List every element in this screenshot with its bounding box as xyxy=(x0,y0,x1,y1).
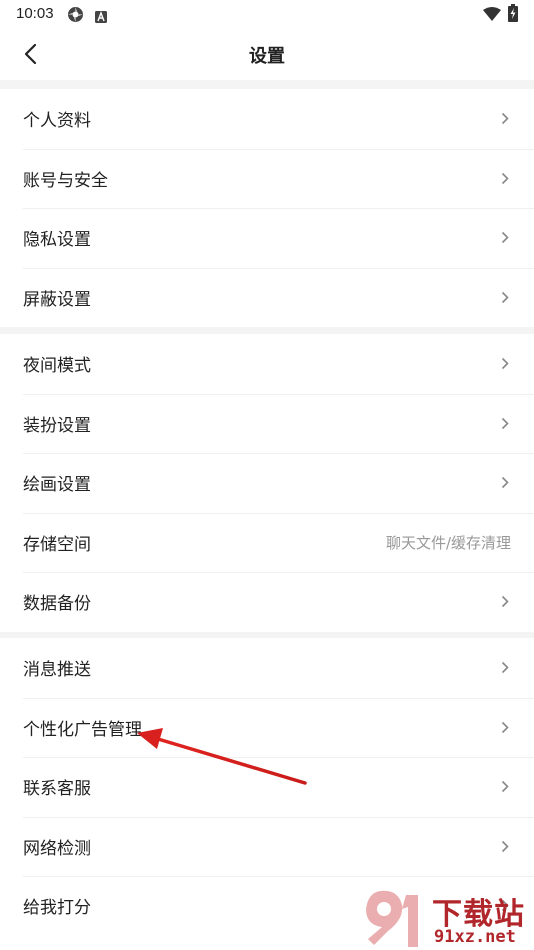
wifi-icon xyxy=(483,6,501,25)
status-time: 10:03 xyxy=(16,5,54,22)
settings-item-drawing[interactable]: 绘画设置 xyxy=(0,453,534,513)
app-header: 设置 xyxy=(0,28,534,80)
settings-item-night-mode[interactable]: 夜间模式 xyxy=(0,334,534,394)
chevron-right-icon xyxy=(499,594,511,610)
chevron-right-icon xyxy=(499,111,511,127)
settings-item-label: 联系客服 xyxy=(23,779,91,800)
settings-item-profile[interactable]: 个人资料 xyxy=(0,89,534,149)
settings-item-label: 夜间模式 xyxy=(23,356,91,377)
settings-item-label: 数据备份 xyxy=(23,594,91,615)
chevron-right-icon xyxy=(499,475,511,491)
chevron-right-icon xyxy=(499,838,511,854)
settings-item-label: 消息推送 xyxy=(23,660,91,681)
settings-item-backup[interactable]: 数据备份 xyxy=(0,572,534,632)
settings-item-label: 绘画设置 xyxy=(23,475,91,496)
chevron-right-icon xyxy=(499,170,511,186)
section-divider xyxy=(0,80,534,89)
settings-item-network-check[interactable]: 网络检测 xyxy=(0,816,534,877)
chevron-right-icon xyxy=(499,356,511,372)
chevron-right-icon xyxy=(499,415,511,431)
watermark-logo: 下载站 91xz.net xyxy=(358,887,534,950)
sync-icon xyxy=(67,6,84,27)
settings-item-storage[interactable]: 存储空间 聊天文件/缓存清理 xyxy=(0,512,534,573)
settings-item-block[interactable]: 屏蔽设置 xyxy=(0,267,534,328)
chevron-right-icon xyxy=(499,289,511,305)
settings-item-customer-service[interactable]: 联系客服 xyxy=(0,757,534,817)
status-bar: 10:03 xyxy=(0,0,534,28)
watermark-url: 91xz.net xyxy=(434,927,516,947)
settings-group-profile: 个人资料 账号与安全 隐私设置 屏蔽设置 xyxy=(0,89,534,327)
section-divider xyxy=(0,326,534,334)
settings-item-label: 网络检测 xyxy=(23,838,91,859)
site-logo-icon xyxy=(366,890,418,947)
settings-item-privacy[interactable]: 隐私设置 xyxy=(0,208,534,268)
settings-item-label: 屏蔽设置 xyxy=(23,289,91,310)
chevron-right-icon xyxy=(499,230,511,246)
settings-item-push[interactable]: 消息推送 xyxy=(0,638,534,698)
settings-item-account-security[interactable]: 账号与安全 xyxy=(0,148,534,209)
page-title: 设置 xyxy=(249,46,285,67)
chevron-right-icon xyxy=(499,719,511,735)
settings-item-label: 个性化广告管理 xyxy=(23,719,142,740)
settings-item-label: 隐私设置 xyxy=(23,230,91,251)
settings-item-label: 装扮设置 xyxy=(23,415,91,436)
settings-item-label: 账号与安全 xyxy=(23,170,108,191)
storage-hint: 聊天文件/缓存清理 xyxy=(385,533,511,552)
settings-item-theme[interactable]: 装扮设置 xyxy=(0,393,534,454)
chevron-right-icon xyxy=(499,660,511,676)
battery-icon xyxy=(508,4,518,26)
settings-item-personalized-ads[interactable]: 个性化广告管理 xyxy=(0,697,534,758)
settings-item-label: 存储空间 xyxy=(23,534,91,555)
accessibility-a-icon xyxy=(95,8,107,27)
settings-group-display: 夜间模式 装扮设置 绘画设置 存储空间 聊天文件/缓存清理 数据备份 xyxy=(0,334,534,632)
settings-item-label: 个人资料 xyxy=(23,111,91,132)
chevron-right-icon xyxy=(499,779,511,795)
